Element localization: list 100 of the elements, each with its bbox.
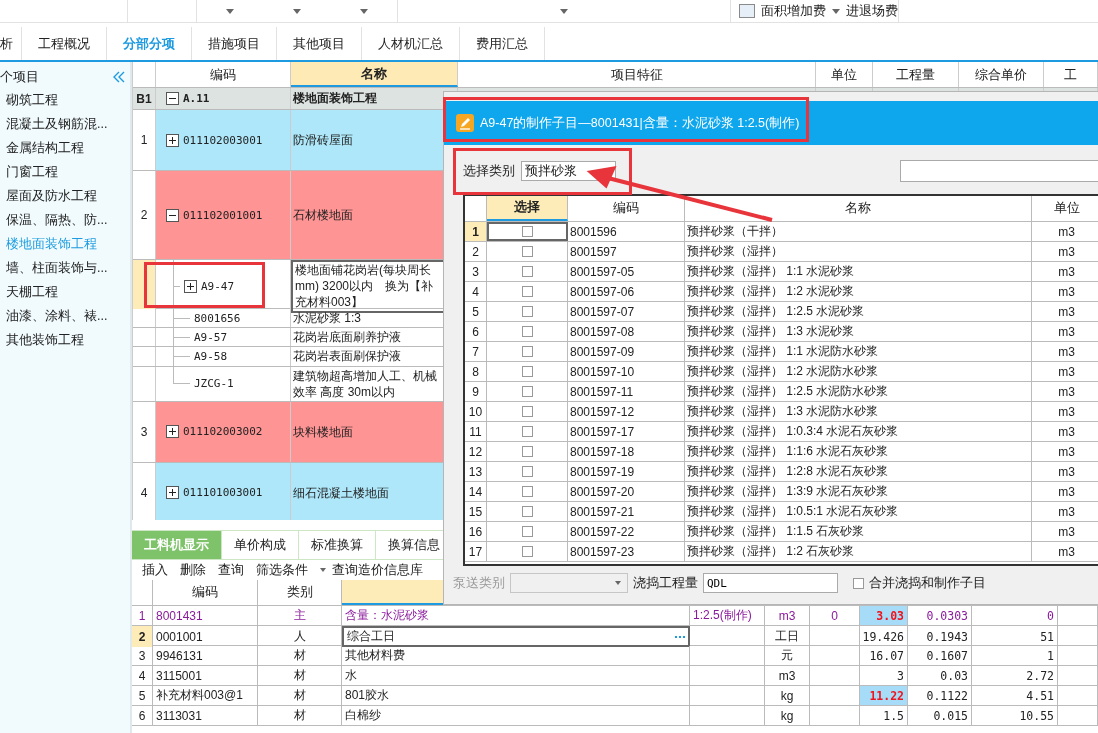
pump-label: 泵送类别	[453, 574, 505, 592]
table-cell: 8001596	[568, 222, 685, 241]
table-cell: 预拌砂浆（湿拌） 1:1.5 石灰砂浆	[685, 522, 1032, 541]
table-cell: 8001597-10	[568, 362, 685, 381]
column-header[interactable]: 编码	[568, 196, 685, 221]
table-cell: m3	[1032, 322, 1098, 341]
caret-icon[interactable]	[320, 568, 326, 572]
table-cell: 材	[258, 686, 342, 705]
toolbar-button[interactable]: 进退场费	[846, 2, 898, 20]
caret-icon[interactable]	[832, 8, 840, 14]
row-number: 17	[465, 542, 487, 561]
table-cell: m3	[1032, 502, 1098, 521]
more-icon[interactable]	[675, 635, 685, 638]
caret-icon[interactable]	[226, 8, 235, 14]
checkbox[interactable]	[521, 326, 533, 337]
pour-label: 浇捣工程量	[633, 574, 698, 592]
checkbox[interactable]	[521, 446, 533, 457]
pour-quantity-field[interactable]: QDL	[703, 573, 838, 593]
collapse-icon[interactable]	[112, 70, 126, 84]
caret-icon[interactable]	[560, 8, 568, 14]
column-header[interactable]: 名称	[291, 62, 458, 87]
tab[interactable]: 单价构成	[222, 530, 299, 559]
checkbox[interactable]	[521, 286, 533, 297]
table-cell: 预拌砂浆（干拌）	[685, 222, 1032, 241]
checkbox[interactable]	[521, 306, 533, 317]
row-number: 5	[132, 686, 153, 705]
expand-box-icon[interactable]	[166, 133, 179, 147]
sidebar-item[interactable]: 油漆、涂料、裱...	[0, 304, 130, 328]
table-cell: 8001597-07	[568, 302, 685, 321]
sidebar-item[interactable]: 墙、柱面装饰与...	[0, 256, 130, 280]
row-number: 3	[132, 646, 153, 665]
table-cell: 预拌砂浆（湿拌） 1:2:8 水泥石灰砂浆	[685, 462, 1032, 481]
checkbox[interactable]	[521, 526, 533, 537]
code-text: A.11	[183, 92, 210, 105]
checkbox[interactable]	[521, 426, 533, 437]
table-cell: 预拌砂浆（湿拌） 1:1 水泥砂浆	[685, 262, 1032, 281]
checkbox[interactable]	[521, 366, 533, 377]
table-cell: 8001597-05	[568, 262, 685, 281]
checkbox[interactable]	[521, 466, 533, 477]
tab[interactable]: 标准换算	[299, 530, 376, 559]
table-cell: 1	[972, 646, 1058, 665]
toolbar-button[interactable]: 面积增加费	[761, 2, 826, 20]
expand-box-icon[interactable]	[166, 425, 179, 439]
sidebar-item[interactable]: 屋面及防水工程	[0, 184, 130, 208]
table-cell: 8001597-21	[568, 502, 685, 521]
search-field[interactable]	[900, 160, 1098, 182]
table-cell: m3	[1032, 282, 1098, 301]
checkbox[interactable]	[521, 486, 533, 497]
checkbox[interactable]	[521, 346, 533, 357]
checkbox[interactable]	[521, 506, 533, 517]
column-header[interactable]: 单位	[1032, 196, 1098, 221]
checkbox[interactable]	[853, 577, 864, 589]
table-cell: 0	[972, 606, 1058, 625]
column-header[interactable]: 编码	[153, 580, 258, 605]
table-cell: 预拌砂浆（湿拌） 1:2 水泥砂浆	[685, 282, 1032, 301]
table-cell: m3	[1032, 302, 1098, 321]
caret-icon[interactable]	[359, 8, 368, 14]
table-cell: 3.03	[860, 606, 908, 625]
table-cell: 3113031	[153, 706, 258, 725]
sidebar-item[interactable]: 金属结构工程	[0, 136, 130, 160]
code-text: 011102003002	[183, 425, 263, 439]
merge-label: 合并浇捣和制作子目	[869, 574, 986, 592]
row-number: 10	[465, 402, 487, 421]
column-header[interactable]: 选择	[487, 196, 568, 221]
expand-box-icon[interactable]	[166, 486, 179, 500]
sidebar-item[interactable]: 天棚工程	[0, 280, 130, 304]
caret-icon[interactable]	[293, 8, 301, 14]
sidebar-item[interactable]: 门窗工程	[0, 160, 130, 184]
expand-box-icon[interactable]	[184, 279, 197, 293]
checkbox[interactable]	[521, 266, 533, 277]
checkbox[interactable]	[521, 246, 533, 257]
sidebar-item[interactable]: 保温、隔热、防...	[0, 208, 130, 232]
toolbar-button[interactable]: 查询造价信息库	[332, 561, 429, 579]
toolbar-button[interactable]: 查询	[218, 561, 250, 579]
sidebar-item[interactable]: 混凝土及钢筋混...	[0, 112, 130, 136]
checkbox[interactable]	[521, 546, 533, 557]
collapse-box-icon[interactable]	[166, 208, 179, 222]
collapse-box-icon[interactable]	[166, 92, 179, 105]
table-cell: 3115001	[153, 666, 258, 685]
table-cell: 8001597-23	[568, 542, 685, 561]
tab[interactable]: 析	[0, 27, 22, 60]
row-number: 14	[465, 482, 487, 501]
table-cell: 0.1607	[908, 646, 972, 665]
table-cell: 16.07	[860, 646, 908, 665]
table-cell: 2.72	[972, 666, 1058, 685]
sidebar-item[interactable]: 其他装饰工程	[0, 328, 130, 352]
sidebar-item[interactable]: 砌筑工程	[0, 88, 130, 112]
toolbar-button[interactable]: 筛选条件	[256, 561, 314, 579]
name-text: 801胶水	[345, 687, 390, 704]
table-cell: 1:2.5(制作)	[690, 606, 765, 625]
toolbar-button[interactable]: 删除	[180, 561, 212, 579]
column-header[interactable]: 名称	[685, 196, 1032, 221]
table-cell: m3	[1032, 462, 1098, 481]
checkbox[interactable]	[522, 226, 533, 237]
checkbox[interactable]	[521, 386, 533, 397]
toolbar-button[interactable]: 插入	[142, 561, 174, 579]
checkbox[interactable]	[521, 406, 533, 417]
caret-icon[interactable]	[615, 581, 621, 585]
name-text: 水	[345, 667, 357, 684]
table-cell: m3	[765, 606, 810, 625]
